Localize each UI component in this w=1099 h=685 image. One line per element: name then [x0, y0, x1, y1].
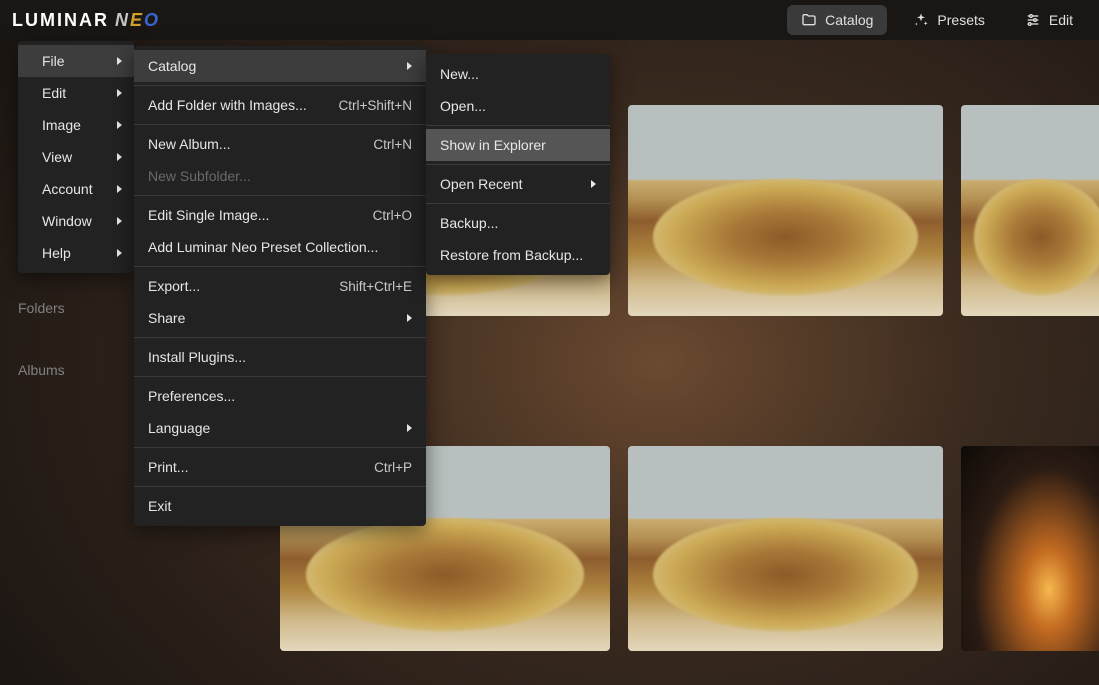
catalog-restore[interactable]: Restore from Backup...	[426, 239, 610, 271]
menu-separator	[134, 195, 426, 196]
menu-separator	[426, 125, 610, 126]
chevron-right-icon	[117, 217, 122, 225]
chevron-right-icon	[591, 180, 596, 188]
menu-separator	[134, 85, 426, 86]
chevron-right-icon	[117, 185, 122, 193]
sparkle-icon	[913, 12, 929, 28]
menu-file[interactable]: File	[18, 45, 134, 77]
file-add-folder[interactable]: Add Folder with Images...Ctrl+Shift+N	[134, 89, 426, 121]
chevron-right-icon	[117, 89, 122, 97]
logo-suffix: NEO	[115, 10, 160, 31]
menu-separator	[134, 376, 426, 377]
menu-separator	[134, 447, 426, 448]
presets-label: Presets	[937, 12, 984, 28]
chevron-right-icon	[117, 121, 122, 129]
catalog-label: Catalog	[825, 12, 873, 28]
chevron-right-icon	[407, 424, 412, 432]
file-exit[interactable]: Exit	[134, 490, 426, 522]
file-submenu: Catalog Add Folder with Images...Ctrl+Sh…	[134, 46, 426, 526]
thumbnail[interactable]	[961, 105, 1099, 316]
shortcut: Ctrl+N	[373, 137, 412, 152]
shortcut: Shift+Ctrl+E	[339, 279, 412, 294]
menu-separator	[426, 164, 610, 165]
file-preferences[interactable]: Preferences...	[134, 380, 426, 412]
chevron-right-icon	[117, 153, 122, 161]
shortcut: Ctrl+P	[374, 460, 412, 475]
thumbnail[interactable]	[961, 446, 1099, 651]
edit-button[interactable]: Edit	[1011, 5, 1087, 35]
menu-window[interactable]: Window	[18, 205, 134, 237]
logo-brand: LUMINAR	[12, 10, 109, 31]
topbar-right: Catalog Presets Edit	[787, 5, 1087, 35]
shortcut: Ctrl+O	[373, 208, 412, 223]
chevron-right-icon	[117, 57, 122, 65]
presets-button[interactable]: Presets	[899, 5, 998, 35]
file-new-album[interactable]: New Album...Ctrl+N	[134, 128, 426, 160]
menu-image[interactable]: Image	[18, 109, 134, 141]
menu-separator	[134, 124, 426, 125]
file-print[interactable]: Print...Ctrl+P	[134, 451, 426, 483]
menu-help[interactable]: Help	[18, 237, 134, 269]
top-bar: LUMINAR NEO Catalog Presets Edit	[0, 0, 1099, 40]
catalog-button[interactable]: Catalog	[787, 5, 887, 35]
sliders-icon	[1025, 12, 1041, 28]
thumbnail[interactable]	[628, 105, 943, 316]
menu-separator	[134, 486, 426, 487]
file-export[interactable]: Export...Shift+Ctrl+E	[134, 270, 426, 302]
file-share[interactable]: Share	[134, 302, 426, 334]
thumbnail[interactable]	[628, 446, 943, 651]
menu-account[interactable]: Account	[18, 173, 134, 205]
file-language[interactable]: Language	[134, 412, 426, 444]
shortcut: Ctrl+Shift+N	[338, 98, 412, 113]
catalog-show-in-explorer[interactable]: Show in Explorer	[426, 129, 610, 161]
file-new-subfolder: New Subfolder...	[134, 160, 426, 192]
edit-label: Edit	[1049, 12, 1073, 28]
menu-view[interactable]: View	[18, 141, 134, 173]
catalog-submenu: New... Open... Show in Explorer Open Rec…	[426, 54, 610, 275]
menu-edit[interactable]: Edit	[18, 77, 134, 109]
file-edit-single[interactable]: Edit Single Image...Ctrl+O	[134, 199, 426, 231]
app-logo: LUMINAR NEO	[12, 10, 160, 31]
chevron-right-icon	[407, 62, 412, 70]
menu-separator	[426, 203, 610, 204]
menu-separator	[134, 337, 426, 338]
file-catalog[interactable]: Catalog	[134, 50, 426, 82]
main-menu: File Edit Image View Account Window Help	[18, 41, 134, 273]
catalog-backup[interactable]: Backup...	[426, 207, 610, 239]
file-add-preset[interactable]: Add Luminar Neo Preset Collection...	[134, 231, 426, 263]
chevron-right-icon	[117, 249, 122, 257]
catalog-new[interactable]: New...	[426, 58, 610, 90]
catalog-open[interactable]: Open...	[426, 90, 610, 122]
folder-icon	[801, 12, 817, 28]
chevron-right-icon	[407, 314, 412, 322]
catalog-open-recent[interactable]: Open Recent	[426, 168, 610, 200]
menu-separator	[134, 266, 426, 267]
file-install-plugins[interactable]: Install Plugins...	[134, 341, 426, 373]
